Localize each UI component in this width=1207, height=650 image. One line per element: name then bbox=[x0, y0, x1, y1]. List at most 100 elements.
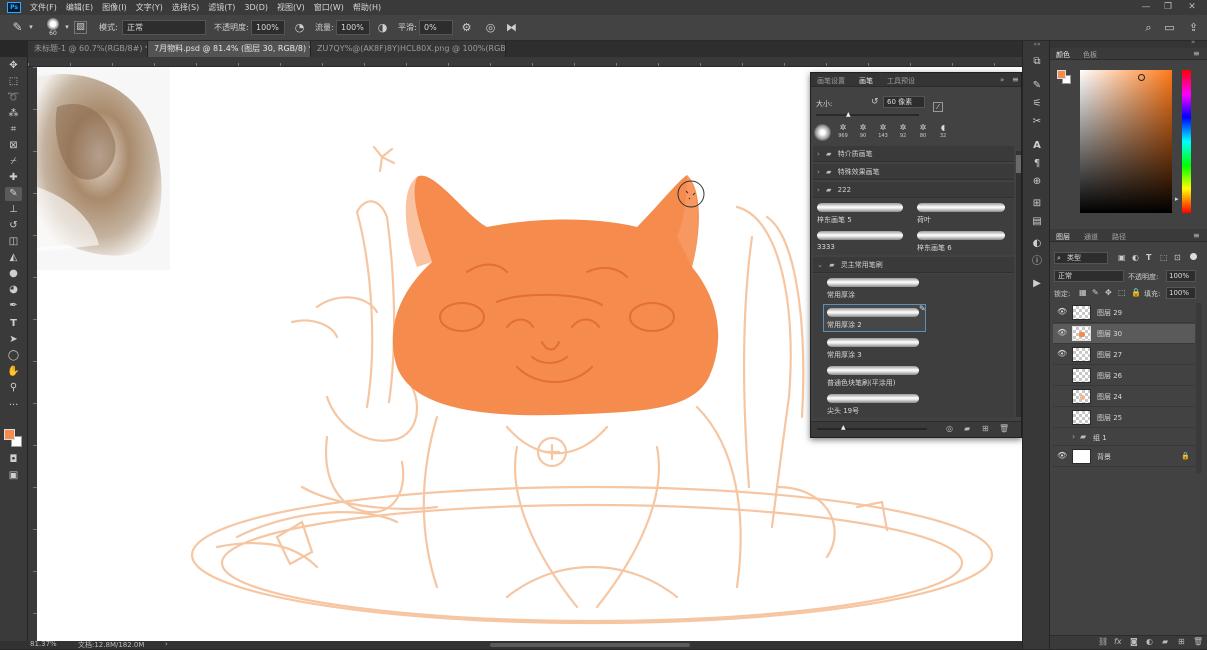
brush-name[interactable]: 尖头 19号 bbox=[827, 406, 859, 416]
magic-wand-tool-icon[interactable]: ⁂ bbox=[5, 107, 22, 121]
brush-folder-row[interactable]: › ▰ 222 bbox=[813, 182, 1014, 198]
tab-brush-settings[interactable]: 画笔设置 bbox=[817, 76, 845, 86]
mode-select[interactable]: 正常 bbox=[122, 20, 206, 35]
preview-size-slider[interactable]: ▲ bbox=[817, 424, 927, 431]
tab-untitled[interactable]: 未标题-1 @ 60.7%(RGB/8#) * × bbox=[28, 41, 148, 57]
brush-stroke-preview[interactable] bbox=[817, 203, 903, 212]
screen-mode-icon[interactable]: ▣ bbox=[5, 469, 22, 483]
layer-opacity-input[interactable]: 100% bbox=[1166, 270, 1196, 282]
new-folder-icon[interactable]: ▰ bbox=[964, 424, 970, 433]
layer-filter-select[interactable]: ⌕ 类型 bbox=[1054, 252, 1108, 264]
brush-stroke-preview[interactable] bbox=[827, 366, 919, 375]
lock-all-icon[interactable]: 🔒 bbox=[1131, 288, 1141, 297]
brush-stroke-preview[interactable] bbox=[817, 231, 903, 240]
brush-name[interactable]: 梓东画笔 5 bbox=[817, 215, 852, 225]
brush-settings-icon[interactable]: ✎ bbox=[1029, 79, 1045, 93]
move-tool-icon[interactable]: ✥ bbox=[5, 59, 22, 73]
panel-collapse-icon[interactable]: » bbox=[1191, 38, 1195, 46]
size-slider[interactable]: ▲ bbox=[816, 111, 919, 118]
gear-icon[interactable]: ⚙ bbox=[459, 20, 474, 35]
link-icon[interactable]: ⛓ bbox=[1098, 637, 1108, 646]
dodge-tool-icon[interactable]: ◕ bbox=[5, 283, 22, 297]
brush-stroke-preview[interactable] bbox=[827, 308, 919, 317]
marquee-tool-icon[interactable]: ⬚ bbox=[5, 75, 22, 89]
brush-name[interactable]: 梓东画笔 6 bbox=[917, 243, 952, 253]
recent-brush-6[interactable]: ◖ 32 bbox=[934, 123, 952, 140]
bucket-tool-icon[interactable]: ◭ bbox=[5, 251, 22, 265]
fx-icon[interactable]: fx bbox=[1114, 637, 1122, 646]
recent-brush-4[interactable]: ✲ 92 bbox=[894, 123, 912, 140]
color-picker-cursor[interactable] bbox=[1138, 74, 1145, 81]
tab-layers[interactable]: 图层 bbox=[1056, 232, 1070, 242]
close-window-button[interactable]: ✕ bbox=[1183, 1, 1201, 13]
layer-row[interactable]: 图层 26 bbox=[1053, 366, 1195, 386]
ellipse-tool-icon[interactable]: ◯ bbox=[5, 349, 22, 363]
panel-menu-icon[interactable]: ≡ bbox=[1193, 231, 1200, 240]
menu-image[interactable]: 图像(I) bbox=[102, 2, 127, 13]
scrollbar-thumb[interactable] bbox=[1016, 155, 1021, 173]
history-brush-tool-icon[interactable]: ↺ bbox=[5, 219, 22, 233]
menu-select[interactable]: 选择(S) bbox=[172, 2, 199, 13]
brush-folder-row[interactable]: › ▰ 特殊效果画笔 bbox=[813, 164, 1014, 180]
panel-collapse-icon[interactable]: » bbox=[1000, 76, 1004, 84]
crop-tool-icon[interactable]: ⌗ bbox=[5, 123, 22, 137]
menu-help[interactable]: 帮助(H) bbox=[353, 2, 381, 13]
brush-name[interactable]: 常用厚涂 3 bbox=[827, 350, 862, 360]
hue-slider[interactable] bbox=[1182, 70, 1191, 213]
visibility-toggle[interactable] bbox=[1057, 412, 1067, 422]
pen-tool-icon[interactable]: ✒ bbox=[5, 299, 22, 313]
visibility-toggle[interactable] bbox=[1057, 433, 1067, 443]
brush-name[interactable]: 3333 bbox=[817, 243, 835, 251]
panel-menu-icon[interactable]: ≡ bbox=[1012, 75, 1019, 84]
panel-menu-icon[interactable]: ≡ bbox=[1193, 49, 1200, 58]
paragraph-panel-icon[interactable]: ¶ bbox=[1029, 157, 1045, 171]
brush-stroke-preview[interactable] bbox=[917, 231, 1005, 240]
hand-tool-icon[interactable]: ✋ bbox=[5, 365, 22, 379]
pressure-opacity-icon[interactable]: ◔ bbox=[292, 20, 307, 35]
selected-brush[interactable]: ✎ 常用厚涂 2 bbox=[823, 304, 926, 332]
recent-brush-5[interactable]: ✲ 80 bbox=[914, 123, 932, 140]
healing-tool-icon[interactable]: ✚ bbox=[5, 171, 22, 185]
new-group-icon[interactable]: ▰ bbox=[1162, 637, 1168, 646]
tab-channels[interactable]: 通道 bbox=[1084, 232, 1098, 242]
recent-brush-3[interactable]: ✲ 143 bbox=[874, 123, 892, 140]
adjustments-icon[interactable]: ⚟ bbox=[1029, 97, 1045, 111]
more-tools-icon[interactable]: ··· bbox=[5, 399, 22, 413]
brush-name[interactable]: 普通色块笔刷(平涂用) bbox=[827, 378, 895, 388]
eyedropper-tool-icon[interactable]: ⌿ bbox=[5, 155, 22, 169]
chevron-down-icon[interactable]: ▾ bbox=[62, 20, 72, 35]
menu-view[interactable]: 视图(V) bbox=[277, 2, 305, 13]
blend-mode-select[interactable]: 正常 bbox=[1054, 270, 1124, 282]
actions-icon[interactable]: ◐ bbox=[1029, 237, 1045, 251]
brush-name[interactable]: 荷叶 bbox=[917, 215, 931, 225]
stamp-tool-icon[interactable]: ⊥ bbox=[5, 203, 22, 217]
trash-icon[interactable]: 🗑 bbox=[1193, 637, 1203, 646]
brush-stroke-preview[interactable] bbox=[827, 338, 919, 347]
fill-input[interactable]: 100% bbox=[1166, 287, 1196, 299]
brush-folder-row[interactable]: › ▰ 特介质画笔 bbox=[813, 146, 1014, 162]
trash-icon[interactable]: 🗑 bbox=[999, 424, 1009, 433]
info-icon[interactable]: ⓘ bbox=[1029, 255, 1045, 269]
visibility-eye-icon[interactable]: 👁 bbox=[1057, 451, 1067, 461]
text-tool-icon[interactable]: T bbox=[5, 317, 22, 331]
filter-toggle-icon[interactable] bbox=[1190, 253, 1197, 260]
slider-thumb-icon[interactable]: ▲ bbox=[846, 111, 851, 118]
tab-swatches[interactable]: 色板 bbox=[1083, 50, 1097, 60]
adjustment-layer-icon[interactable]: ◐ bbox=[1146, 637, 1153, 646]
dock-collapse-icon[interactable]: «« bbox=[1025, 42, 1049, 48]
share-icon[interactable]: ⇪ bbox=[1186, 20, 1201, 35]
tab-png-reference[interactable]: ZU7QY%@(AK8F)8Y)HCL80X.png @ 100%(RGB/8)… bbox=[311, 41, 506, 57]
frame-tool-icon[interactable]: ⊠ bbox=[5, 139, 22, 153]
brush-tool-icon[interactable]: ✎ bbox=[10, 20, 25, 35]
layer-row[interactable]: 👁 图层 30 bbox=[1053, 324, 1195, 344]
path-select-tool-icon[interactable]: ➤ bbox=[5, 333, 22, 347]
play-action-icon[interactable]: ▶ bbox=[1029, 277, 1045, 291]
visibility-toggle[interactable] bbox=[1057, 391, 1067, 401]
layer-group-row[interactable]: › ▰ 组 1 bbox=[1053, 429, 1195, 446]
slider-thumb-icon[interactable]: ▲ bbox=[841, 424, 846, 431]
flow-input[interactable]: 100% bbox=[336, 20, 370, 35]
foreground-color-swatch[interactable] bbox=[4, 429, 15, 440]
smoothing-input[interactable]: 0% bbox=[419, 20, 453, 35]
layer-row[interactable]: 图层 24 bbox=[1053, 387, 1195, 407]
brush-stroke-preview[interactable] bbox=[827, 394, 919, 403]
